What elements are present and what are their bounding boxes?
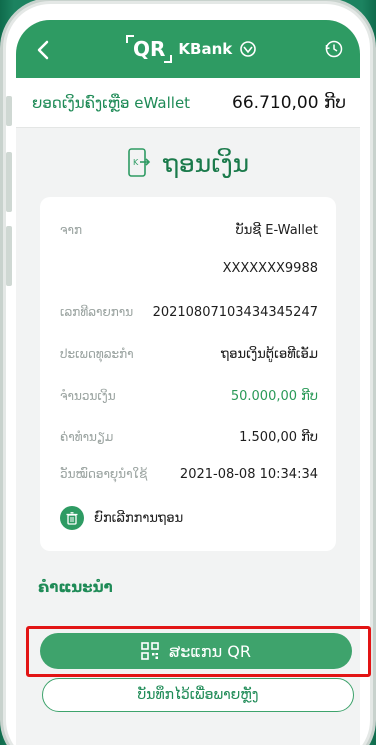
detail-row-amount: ຈຳນວນເງິນ 50.000,00 ກີບ: [60, 389, 318, 404]
withdraw-phone-icon: K: [128, 148, 150, 177]
qr-code-icon: [141, 642, 159, 660]
phone-side-button: [6, 226, 12, 286]
back-icon[interactable]: [34, 38, 54, 62]
account-number: XXXXXXX9988: [222, 261, 318, 276]
detail-row-type: ປະເພດທຸລະກຳ ຖອນເງິນຕູ້ເອທີເອັມ: [60, 347, 318, 362]
save-for-later-button[interactable]: ບັນທຶກໄວ້ເພື່ອພາຍຫຼັງ: [42, 678, 354, 712]
phone-side-button: [6, 96, 12, 126]
expiry-value: 2021-08-08 10:34:34: [179, 467, 318, 482]
page-title: ຖອນເງິນ: [162, 148, 250, 178]
phone-side-button: [6, 152, 12, 212]
scan-qr-label: ສະແກນ QR: [169, 641, 251, 661]
qr-logo: QR: [125, 35, 173, 63]
transaction-id-label: ເລກທີລາຍການ: [60, 305, 134, 319]
balance-bar: ຍອດເງິນຄົງເຫຼືອ eWallet 66.710,00 ກີບ: [16, 78, 360, 128]
fee-label: ຄ່າທຳນຽມ: [60, 430, 114, 444]
from-label: ຈາກ: [60, 223, 83, 237]
balance-value: 66.710,00 ກີບ: [232, 92, 346, 113]
cancel-withdrawal-label: ຍົກເລີກການຖອນ: [94, 510, 184, 526]
expiry-label: ວັນໝົດອາຍຸນຳໃຊ້: [60, 467, 148, 481]
transaction-id-value: 20210807103434345247: [152, 305, 318, 320]
amount-label: ຈຳນວນເງິນ: [60, 389, 116, 403]
detail-row-expiry: ວັນໝົດອາຍຸນຳໃຊ້ 2021-08-08 10:34:34: [60, 467, 318, 482]
history-icon[interactable]: [324, 39, 344, 59]
page-title-row: K ຖອນເງິນ: [16, 128, 360, 198]
save-for-later-label: ບັນທຶກໄວ້ເພື່ອພາຍຫຼັງ: [137, 687, 259, 703]
amount-value: 50.000,00 ກີບ: [230, 389, 318, 404]
transaction-type-label: ປະເພດທຸລະກຳ: [60, 347, 134, 361]
svg-text:K: K: [133, 158, 139, 167]
fee-value: 1.500,00 ກີບ: [239, 430, 318, 445]
from-value: ບັນຊີ E-Wallet: [235, 223, 318, 238]
brand-logo: QR KBank: [125, 35, 257, 63]
bank-name: KBank: [178, 40, 233, 58]
detail-row-from: ຈາກ ບັນຊີ E-Wallet: [60, 223, 318, 238]
kbank-emblem-icon: [240, 41, 257, 57]
detail-row-account: XXXXXXX9988: [60, 261, 318, 276]
cancel-withdrawal-button[interactable]: ຍົກເລີກການຖອນ: [60, 506, 183, 530]
transaction-details-card: ຈາກ ບັນຊີ E-Wallet XXXXXXX9988 ເລກທີລາຍກ…: [40, 197, 336, 551]
scan-qr-button[interactable]: ສະແກນ QR: [40, 633, 352, 669]
balance-label: ຍອດເງິນຄົງເຫຼືອ eWallet: [32, 93, 191, 112]
trash-icon: [60, 506, 84, 530]
app-header: QR KBank: [16, 20, 360, 78]
advice-link[interactable]: ຄຳແນະນຳ: [38, 578, 113, 596]
detail-row-transaction-id: ເລກທີລາຍການ 20210807103434345247: [60, 305, 318, 320]
detail-row-fee: ຄ່າທຳນຽມ 1.500,00 ກີບ: [60, 430, 318, 445]
transaction-type-value: ຖອນເງິນຕູ້ເອທີເອັມ: [220, 347, 318, 362]
